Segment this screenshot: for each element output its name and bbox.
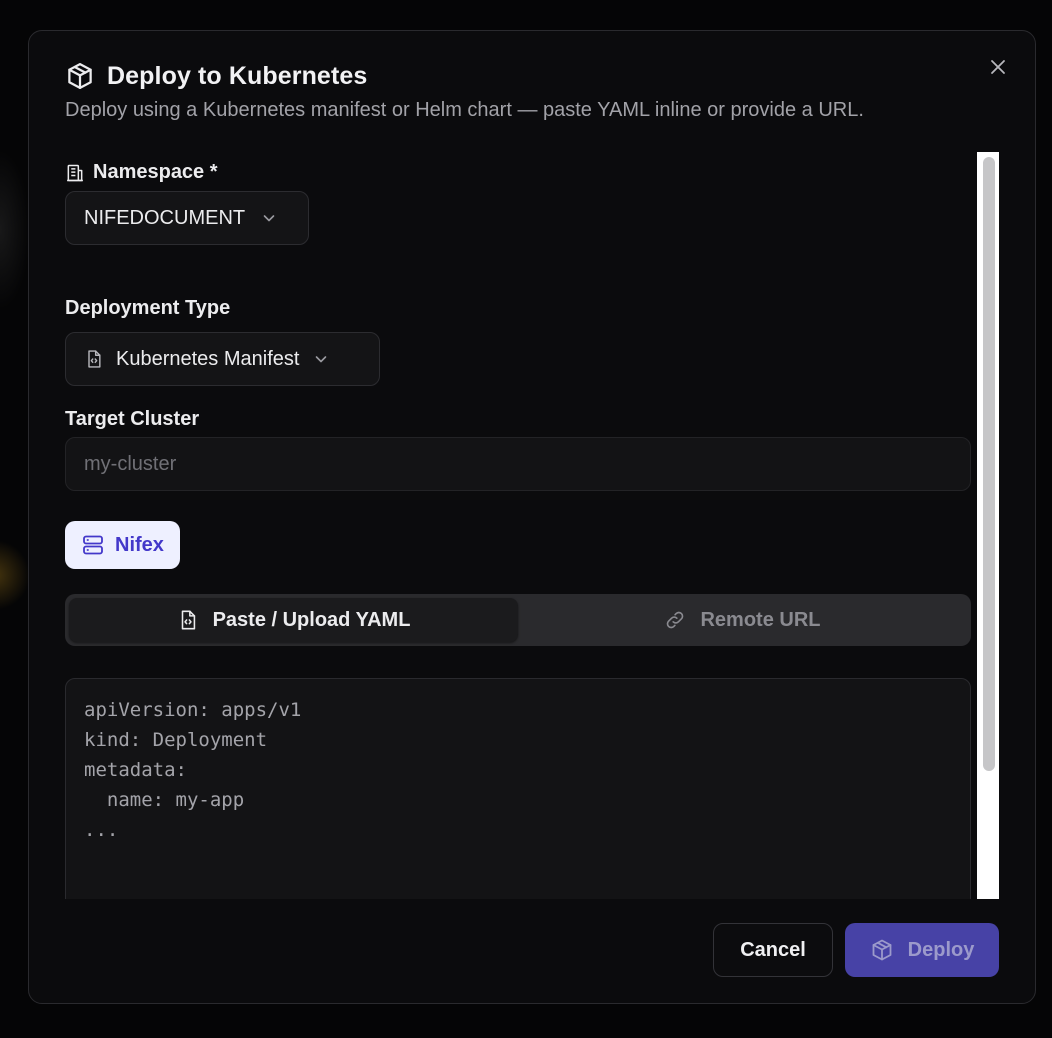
close-button[interactable] <box>986 55 1010 79</box>
tab-label: Paste / Upload YAML <box>212 608 411 631</box>
target-cluster-input[interactable] <box>65 437 971 491</box>
deployment-type-value: Kubernetes Manifest <box>116 347 300 370</box>
tab-label: Remote URL <box>700 608 821 631</box>
deploy-dialog: Deploy to Kubernetes Deploy using a Kube… <box>28 30 1036 1004</box>
target-cluster-label: Target Cluster <box>65 408 200 430</box>
tab-paste-upload-yaml[interactable]: Paste / Upload YAML <box>69 598 518 642</box>
yaml-editor[interactable] <box>65 678 971 899</box>
tab-remote-url[interactable]: Remote URL <box>518 598 967 642</box>
dialog-header: Deploy to Kubernetes <box>65 61 367 91</box>
server-icon <box>83 535 103 555</box>
file-code-icon <box>88 350 101 368</box>
chevron-down-icon <box>316 356 327 363</box>
form-scroll-area[interactable]: Namespace * NIFEDOCUMENT Deployment Type… <box>65 151 973 899</box>
dialog-title: Deploy to Kubernetes <box>107 61 368 90</box>
namespace-value: NIFEDOCUMENT <box>84 206 246 229</box>
package-icon <box>872 939 892 961</box>
deployment-type-select[interactable]: Kubernetes Manifest <box>65 332 380 386</box>
package-icon <box>68 63 92 89</box>
dialog-subtitle: Deploy using a Kubernetes manifest or He… <box>65 99 864 121</box>
deploy-button-label: Deploy <box>907 938 975 961</box>
nifex-chip-label: Nifex <box>115 533 164 556</box>
close-icon <box>991 60 1005 74</box>
nifex-chip[interactable]: Nifex <box>65 521 180 569</box>
file-code-icon <box>181 610 195 630</box>
scrollbar-thumb[interactable] <box>983 157 995 771</box>
building-icon <box>67 164 83 181</box>
deploy-button[interactable]: Deploy <box>845 923 999 977</box>
link-icon <box>667 611 684 629</box>
namespace-label-text: Namespace * <box>93 161 218 183</box>
deployment-type-label: Deployment Type <box>65 297 231 319</box>
cancel-button[interactable]: Cancel <box>713 923 833 977</box>
cancel-button-label: Cancel <box>740 938 806 961</box>
backdrop-glow <box>0 150 30 310</box>
source-tabs: Paste / Upload YAML Remote URL <box>65 594 971 646</box>
namespace-select[interactable]: NIFEDOCUMENT <box>65 191 309 245</box>
chevron-down-icon <box>263 215 275 222</box>
backdrop-glow <box>0 540 30 610</box>
namespace-label: Namespace * <box>65 161 218 184</box>
